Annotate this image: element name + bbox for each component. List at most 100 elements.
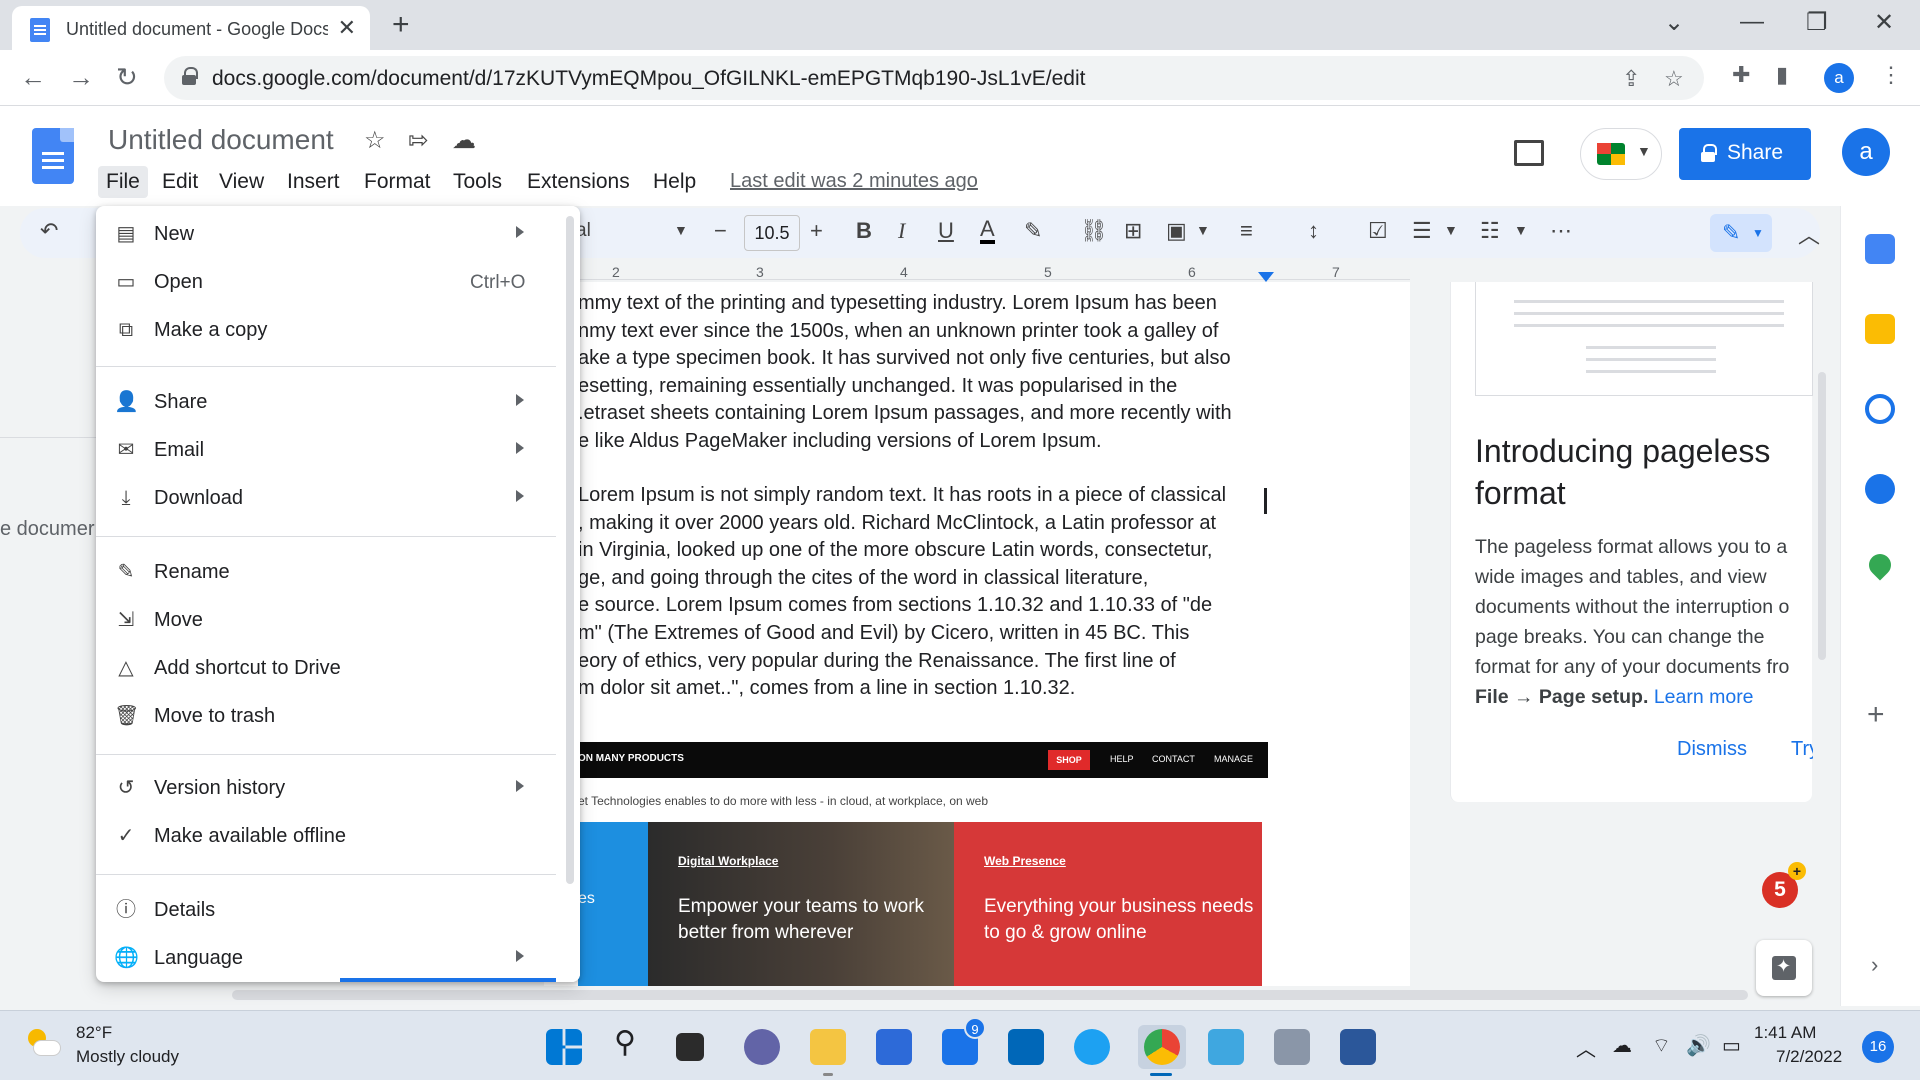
menu-tools[interactable]: Tools (445, 166, 510, 198)
comment-history-icon[interactable] (1514, 140, 1544, 166)
menu-scrollbar-thumb[interactable] (566, 216, 574, 884)
right-indent-marker[interactable] (1258, 272, 1274, 282)
menu-item-move[interactable]: ⇲ Move (96, 596, 556, 644)
menu-help[interactable]: Help (645, 166, 704, 198)
italic-icon[interactable]: I (898, 218, 905, 244)
numbered-list-icon[interactable]: ☷ (1480, 218, 1500, 244)
calendar-icon[interactable] (1865, 234, 1895, 264)
underline-icon[interactable]: U (938, 218, 954, 244)
font-size-input[interactable]: 10.5 (744, 215, 800, 251)
link-icon[interactable]: ⛓ (1080, 218, 1108, 244)
move-folder-icon[interactable]: ⇰ (408, 126, 428, 155)
menu-item-version-history[interactable]: ↺ Version history (96, 764, 556, 812)
menu-item-add-shortcut[interactable]: △ Add shortcut to Drive (96, 644, 556, 692)
last-edit-link[interactable]: Last edit was 2 minutes ago (730, 170, 978, 193)
cloud-status-icon[interactable]: ☁ (452, 126, 476, 155)
bold-icon[interactable]: B (856, 218, 872, 244)
calculator-icon[interactable] (1274, 1029, 1310, 1065)
hide-menus-icon[interactable]: ︿ (1798, 218, 1820, 250)
star-icon[interactable]: ☆ (364, 126, 386, 155)
menu-file[interactable]: File (98, 166, 148, 198)
embedded-website-image[interactable]: ON MANY PRODUCTS SHOP HELP CONTACT MANAG… (578, 742, 1268, 986)
account-avatar[interactable]: a (1842, 128, 1890, 176)
volume-icon[interactable]: 🔊 (1686, 1033, 1711, 1058)
meet-button[interactable]: ▼ (1580, 128, 1662, 180)
chevron-right-icon[interactable]: › (1871, 952, 1878, 978)
editing-mode-button[interactable]: ✎ ▼ (1710, 214, 1772, 252)
increase-font-size-button[interactable]: + (810, 218, 823, 244)
keep-icon[interactable] (1865, 314, 1895, 344)
close-window-button[interactable]: ✕ (1874, 8, 1894, 37)
bulleted-list-icon[interactable]: ☰ (1412, 218, 1432, 244)
task-view-icon[interactable] (676, 1033, 704, 1061)
document-page[interactable]: mmy text of the printing and typesetting… (544, 282, 1410, 986)
store-icon[interactable] (1008, 1029, 1044, 1065)
back-button[interactable]: ← (20, 62, 46, 93)
app-icon[interactable] (876, 1029, 912, 1065)
menu-item-new[interactable]: ▤ New (96, 210, 556, 258)
onedrive-icon[interactable]: ☁ (1612, 1033, 1632, 1058)
menu-item-email[interactable]: ✉ Email (96, 426, 556, 474)
forward-button[interactable]: → (68, 62, 94, 93)
highlight-color-icon[interactable]: ✎ (1024, 218, 1042, 244)
more-options-icon[interactable]: ⋯ (1550, 218, 1572, 244)
menu-extensions[interactable]: Extensions (519, 166, 638, 198)
document-title[interactable]: Untitled document (108, 124, 334, 156)
new-tab-button[interactable]: + (392, 8, 410, 42)
menu-item-open[interactable]: ▭ Open Ctrl+O (96, 258, 556, 306)
menu-item-language[interactable]: 🌐 Language (96, 934, 556, 982)
add-addon-icon[interactable]: + (1867, 698, 1885, 732)
url-text[interactable]: docs.google.com/document/d/17zKUTVymEQMp… (212, 67, 1085, 91)
edge-icon[interactable] (1074, 1029, 1110, 1065)
insert-image-icon[interactable]: ▣ (1166, 218, 1187, 244)
explore-button[interactable] (1756, 940, 1812, 996)
file-explorer-icon[interactable] (810, 1029, 846, 1065)
share-button[interactable]: Share (1679, 128, 1811, 180)
dismiss-button[interactable]: Dismiss (1677, 738, 1747, 761)
side-panel-icon[interactable]: ▮ (1776, 62, 1788, 88)
battery-icon[interactable]: ▭ (1722, 1033, 1741, 1058)
browser-menu-icon[interactable]: ⋮ (1880, 62, 1902, 88)
menu-edit[interactable]: Edit (154, 166, 206, 198)
menu-item-share[interactable]: 👤 Share (96, 378, 556, 426)
minimize-button[interactable]: — (1740, 8, 1764, 36)
chevron-down-icon[interactable]: ▼ (1514, 222, 1528, 238)
tasks-icon[interactable] (1865, 394, 1895, 424)
notification-center-badge[interactable]: 16 (1862, 1031, 1894, 1063)
search-icon[interactable]: ⚲ (614, 1025, 636, 1060)
line-spacing-icon[interactable]: ↕ (1308, 218, 1319, 244)
align-icon[interactable]: ≡ (1240, 218, 1253, 244)
chevron-down-icon[interactable]: ▼ (674, 222, 688, 238)
close-tab-icon[interactable]: ✕ (338, 15, 356, 41)
extensions-icon[interactable]: ✚ (1732, 62, 1750, 88)
chevron-down-icon[interactable]: ▼ (1196, 222, 1210, 238)
decrease-font-size-button[interactable]: − (714, 218, 727, 244)
try-it-button[interactable]: Try it (1791, 738, 1813, 761)
start-icon[interactable] (546, 1029, 582, 1065)
horizontal-ruler[interactable]: 2 3 4 5 6 7 (544, 264, 1410, 280)
menu-item-make-a-copy[interactable]: ⧉ Make a copy (96, 306, 556, 354)
clock-time[interactable]: 1:41 AM (1754, 1023, 1816, 1043)
teams-chat-icon[interactable] (744, 1029, 780, 1065)
chevron-down-icon[interactable]: ▼ (1444, 222, 1458, 238)
menu-view[interactable]: View (211, 166, 272, 198)
browser-tab[interactable]: Untitled document - Google Docs ✕ (12, 6, 370, 50)
share-page-icon[interactable]: ⇪ (1622, 66, 1640, 92)
word-icon[interactable] (1340, 1029, 1376, 1065)
add-comment-icon[interactable]: ⊞ (1124, 218, 1142, 244)
docs-logo-icon[interactable] (32, 128, 74, 184)
maps-icon[interactable] (1864, 549, 1896, 581)
clock-date[interactable]: 7/2/2022 (1776, 1047, 1842, 1067)
omnibox[interactable]: docs.google.com/document/d/17zKUTVymEQMp… (164, 56, 1704, 100)
reload-button[interactable]: ↻ (116, 62, 138, 93)
menu-item-make-available-offline[interactable]: ✓ Make available offline (96, 812, 556, 860)
menu-item-move-to-trash[interactable]: 🗑 Move to trash (96, 692, 556, 740)
menu-insert[interactable]: Insert (279, 166, 348, 198)
menu-format[interactable]: Format (356, 166, 439, 198)
bookmark-star-icon[interactable]: ☆ (1664, 66, 1684, 92)
checklist-icon[interactable]: ☑ (1368, 218, 1388, 244)
panel-scrollbar[interactable] (1818, 372, 1826, 660)
wifi-icon[interactable]: ⌔ (1652, 1033, 1671, 1058)
text-color-icon[interactable]: A (980, 218, 995, 244)
restore-button[interactable]: ❐ (1806, 8, 1828, 37)
